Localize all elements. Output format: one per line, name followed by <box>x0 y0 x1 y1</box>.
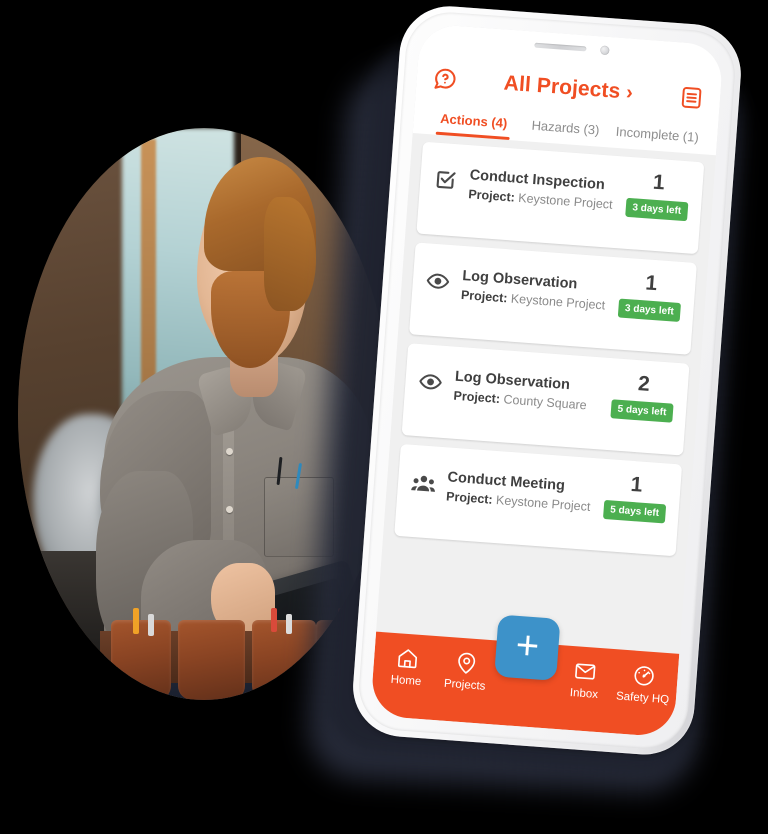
task-card-text: Conduct Meeting Project: Keystone Projec… <box>446 460 597 514</box>
task-project-name: Keystone Project <box>510 291 606 313</box>
tool-belt-pouch <box>252 619 316 700</box>
task-card[interactable]: Log Observation Project: County Square 2… <box>401 343 690 456</box>
due-badge: 3 days left <box>617 298 682 323</box>
task-project-name: Keystone Project <box>495 493 591 515</box>
map-pin-icon <box>454 648 479 676</box>
eye-icon <box>416 369 446 395</box>
all-projects-title-button[interactable]: All Projects › <box>503 72 634 105</box>
tab-incomplete-label: Incomplete (1) <box>615 123 700 145</box>
tab-actions-label: Actions (4) <box>439 110 508 131</box>
task-count: 2 <box>637 372 651 396</box>
nav-item-projects[interactable]: Projects <box>435 647 497 693</box>
due-badge: 5 days left <box>602 499 667 524</box>
task-card-meta: 2 5 days left <box>609 371 675 423</box>
nav-label-projects: Projects <box>443 677 486 693</box>
add-button[interactable]: + <box>494 614 561 681</box>
tool-belt-pouch <box>111 619 171 700</box>
nav-item-inbox[interactable]: Inbox <box>554 656 616 702</box>
nav-item-home[interactable]: Home <box>376 643 438 689</box>
front-camera <box>599 44 610 55</box>
nav-label-safety-hq: Safety HQ <box>615 690 670 707</box>
task-project-label: Project: <box>445 489 494 507</box>
phone-body: All Projects › Actions (4) Hazards (3) I… <box>349 2 745 758</box>
phone-screen: All Projects › Actions (4) Hazards (3) I… <box>369 23 724 738</box>
shirt-button <box>226 505 234 513</box>
task-count: 1 <box>644 271 659 296</box>
task-project-name: County Square <box>502 392 588 413</box>
due-badge: 5 days left <box>609 399 675 423</box>
task-card-text: Log Observation Project: Keystone Projec… <box>460 259 611 313</box>
task-count: 1 <box>629 472 644 497</box>
envelope-icon <box>573 657 598 685</box>
belt-tool <box>148 614 155 637</box>
task-card-text: Log Observation Project: County Square <box>453 360 604 414</box>
task-card[interactable]: Conduct Meeting Project: Keystone Projec… <box>394 443 683 557</box>
eye-icon <box>423 268 453 294</box>
nav-label-home: Home <box>390 673 422 689</box>
plus-icon: + <box>514 622 541 669</box>
home-icon <box>395 644 420 672</box>
phone-mockup: All Projects › Actions (4) Hazards (3) I… <box>304 0 757 825</box>
task-card-meta: 1 3 days left <box>624 170 690 222</box>
task-project-label: Project: <box>453 388 501 407</box>
task-count: 1 <box>652 170 666 195</box>
belt-tool <box>133 608 140 635</box>
task-card-text: Conduct Inspection Project: Keystone Pro… <box>468 158 619 212</box>
tool-belt-pouch <box>177 619 245 700</box>
list-menu-icon[interactable] <box>677 82 707 112</box>
gauge-icon <box>632 662 657 690</box>
tab-hazards-label: Hazards (3) <box>531 117 600 138</box>
earpiece-speaker <box>533 42 587 51</box>
task-card-list: Conduct Inspection Project: Keystone Pro… <box>376 133 716 654</box>
task-project-label: Project: <box>467 187 516 205</box>
chevron-right-icon: › <box>625 81 634 104</box>
task-card[interactable]: Conduct Inspection Project: Keystone Pro… <box>416 141 705 255</box>
belt-tool <box>285 614 292 635</box>
nav-item-safety-hq[interactable]: Safety HQ <box>613 660 675 706</box>
help-icon[interactable] <box>430 64 460 94</box>
page-title: All Projects <box>503 71 622 104</box>
phone-bezel: All Projects › Actions (4) Hazards (3) I… <box>356 9 738 752</box>
people-group-icon <box>408 470 438 497</box>
nav-label-inbox: Inbox <box>569 686 599 701</box>
app-viewport: All Projects › Actions (4) Hazards (3) I… <box>369 23 724 738</box>
belt-tool <box>270 608 277 633</box>
task-card[interactable]: Log Observation Project: Keystone Projec… <box>408 242 697 355</box>
task-card-meta: 1 5 days left <box>602 472 668 524</box>
page-root: All Projects › Actions (4) Hazards (3) I… <box>0 0 768 834</box>
task-card-meta: 1 3 days left <box>617 271 683 323</box>
due-badge: 3 days left <box>624 197 689 222</box>
task-project-name: Keystone Project <box>517 190 614 212</box>
checkbox-checked-icon <box>431 167 461 191</box>
task-project-label: Project: <box>460 288 508 306</box>
